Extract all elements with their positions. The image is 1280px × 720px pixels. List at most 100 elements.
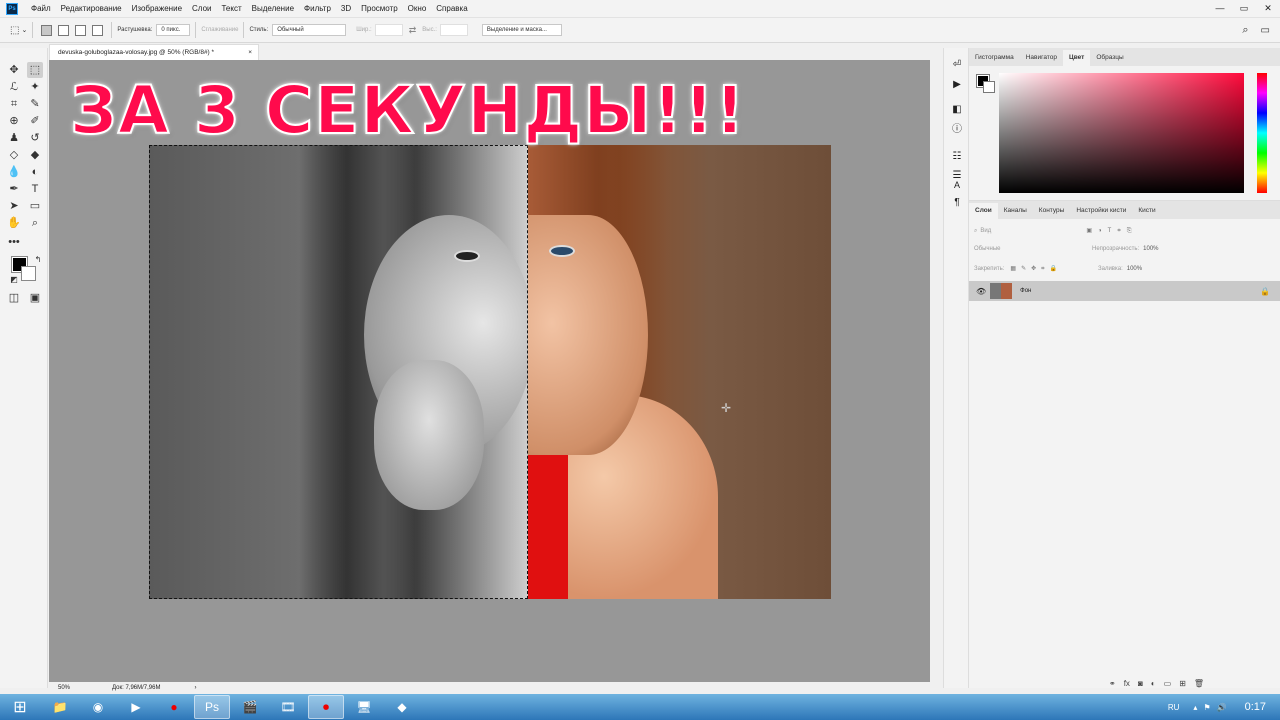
new-group-icon[interactable]: ▭ <box>1164 679 1172 688</box>
feather-input[interactable]: 0 пикс. <box>156 24 191 36</box>
menu-image[interactable]: Изображение <box>127 4 187 13</box>
history-brush-tool-icon[interactable]: ↺ <box>27 130 43 146</box>
hue-slider[interactable] <box>1257 73 1267 193</box>
intersect-selection-icon[interactable] <box>92 24 104 36</box>
start-button[interactable]: ⊞ <box>0 695 40 719</box>
menu-type[interactable]: Текст <box>216 4 246 13</box>
character-icon[interactable]: A <box>950 178 964 192</box>
add-selection-icon[interactable] <box>58 24 70 36</box>
menu-edit[interactable]: Редактирование <box>56 4 127 13</box>
menu-view[interactable]: Просмотр <box>356 4 403 13</box>
visibility-eye-icon[interactable]: 👁 <box>976 287 986 296</box>
close-window-button[interactable]: ✕ <box>1256 3 1280 14</box>
background-color-swatch[interactable] <box>21 266 36 281</box>
lasso-tool-icon[interactable]: ℒ <box>6 79 22 95</box>
color-picker-field[interactable] <box>999 73 1244 193</box>
search-icon[interactable]: ⌕ <box>1242 24 1248 37</box>
chevron-down-icon[interactable]: ⌄ <box>21 26 27 34</box>
menu-layers[interactable]: Слои <box>187 4 216 13</box>
adjustments-icon[interactable]: ◧ <box>950 103 964 117</box>
paths-icon[interactable]: ☷ <box>950 150 964 164</box>
tab-color[interactable]: Цвет <box>1062 50 1091 66</box>
magic-wand-tool-icon[interactable]: ✦ <box>27 79 43 95</box>
maximize-button[interactable]: ▭ <box>1232 3 1256 14</box>
media-player-taskbar-icon[interactable]: ▶ <box>118 695 154 719</box>
tab-histogram[interactable]: Гистограмма <box>969 50 1020 66</box>
height-input[interactable] <box>439 24 468 36</box>
explorer-taskbar-icon[interactable]: 📁 <box>42 695 78 719</box>
paint-bucket-tool-icon[interactable]: ◆ <box>27 147 43 163</box>
monitor-taskbar-icon[interactable]: 🖥 <box>346 695 382 719</box>
tab-brush-settings[interactable]: Настройки кисти <box>1070 203 1132 219</box>
info-icon[interactable]: ⓘ <box>950 123 964 137</box>
width-input[interactable] <box>374 24 403 36</box>
select-and-mask-button[interactable]: Выделение и маска... <box>481 24 562 36</box>
path-selection-tool-icon[interactable]: ➤ <box>6 198 22 214</box>
new-layer-icon[interactable]: ⊞ <box>1179 679 1186 688</box>
screen-mode-icon[interactable]: ▣ <box>27 290 43 306</box>
document-tab[interactable]: devuska-goluboglazaa-volosay.jpg @ 50% (… <box>49 44 259 60</box>
zoom-tool-icon[interactable]: ⌕ <box>27 215 43 231</box>
new-selection-icon[interactable] <box>41 24 53 36</box>
menu-help[interactable]: Справка <box>431 4 472 13</box>
blend-mode-select[interactable]: Обычные <box>974 246 1092 252</box>
tab-brushes[interactable]: Кисти <box>1132 203 1161 219</box>
photoshop-taskbar-icon[interactable]: Ps <box>194 695 230 719</box>
link-layers-icon[interactable]: ⚭ <box>1109 679 1116 688</box>
style-select[interactable]: Обычный <box>272 24 347 36</box>
dodge-tool-icon[interactable]: ◐ <box>27 164 43 180</box>
language-indicator[interactable]: RU <box>1168 703 1180 712</box>
menu-3d[interactable]: 3D <box>336 4 356 13</box>
video-editor-taskbar-icon[interactable]: 🎬 <box>232 695 268 719</box>
eraser-tool-icon[interactable]: ◇ <box>6 147 22 163</box>
tab-paths[interactable]: Контуры <box>1033 203 1071 219</box>
marquee-tool-icon[interactable]: ⬚ <box>27 62 43 78</box>
minimize-button[interactable]: — <box>1208 3 1232 14</box>
layer-filter-select[interactable]: Вид <box>980 228 1046 234</box>
antialias-checkbox[interactable]: Сглаживание <box>201 27 238 33</box>
tab-channels[interactable]: Каналы <box>998 203 1033 219</box>
more-tools-icon[interactable]: ••• <box>6 234 22 250</box>
actions-play-icon[interactable]: ▶ <box>950 78 964 92</box>
history-icon[interactable]: ⏎ <box>950 58 964 72</box>
quick-mask-icon[interactable]: ◫ <box>6 290 22 306</box>
subtract-selection-icon[interactable] <box>75 24 87 36</box>
brush-tool-icon[interactable]: ✐ <box>27 113 43 129</box>
crop-tool-icon[interactable]: ⌗ <box>6 96 22 112</box>
tray-icons[interactable]: ▴⚑🔊 <box>1193 703 1232 712</box>
opacity-input[interactable]: 100% <box>1143 246 1158 252</box>
blur-tool-icon[interactable]: 💧 <box>6 164 22 180</box>
hand-tool-icon[interactable]: ✋ <box>6 215 22 231</box>
fill-input[interactable]: 100% <box>1127 266 1142 272</box>
film-taskbar-icon[interactable]: 🎞 <box>270 695 306 719</box>
type-tool-icon[interactable]: T <box>27 181 43 197</box>
pen-tool-icon[interactable]: ✒ <box>6 181 22 197</box>
menu-select[interactable]: Выделение <box>247 4 299 13</box>
menu-file[interactable]: Файл <box>26 4 56 13</box>
color-bg-swatch[interactable] <box>983 81 995 93</box>
zoom-level[interactable]: 50% <box>58 685 70 691</box>
menu-filter[interactable]: Фильтр <box>299 4 336 13</box>
record-taskbar-icon[interactable]: ⏺ <box>308 695 344 719</box>
workspace-icon[interactable]: ▭ <box>1261 25 1270 36</box>
recorder-taskbar-icon[interactable]: ● <box>156 695 192 719</box>
move-tool-icon[interactable]: ✥ <box>6 62 22 78</box>
layer-name[interactable]: Фон <box>1020 288 1031 294</box>
healing-brush-tool-icon[interactable]: ⊕ <box>6 113 22 129</box>
delete-layer-icon[interactable]: 🗑 <box>1194 679 1204 688</box>
app-taskbar-icon[interactable]: ◆ <box>384 695 420 719</box>
swap-icon[interactable]: ⇄ <box>409 25 417 36</box>
swap-colors-icon[interactable]: ↰ <box>30 252 46 268</box>
tab-layers[interactable]: Слои <box>969 203 998 219</box>
menu-window[interactable]: Окно <box>403 4 432 13</box>
adjustment-layer-icon[interactable]: ◐ <box>1151 679 1156 688</box>
marquee-preset-icon[interactable]: ⬚ <box>10 25 19 36</box>
tab-swatches[interactable]: Образцы <box>1090 50 1129 66</box>
fx-icon[interactable]: fx <box>1124 679 1130 688</box>
rectangle-tool-icon[interactable]: ▭ <box>27 198 43 214</box>
filter-icons[interactable]: ▣◑T⌗⎘ <box>1086 227 1137 235</box>
eyedropper-tool-icon[interactable]: ✎ <box>27 96 43 112</box>
chrome-taskbar-icon[interactable]: ◉ <box>80 695 116 719</box>
default-colors-icon[interactable]: ◩ <box>6 272 22 288</box>
status-menu-arrow-icon[interactable]: › <box>194 685 196 691</box>
